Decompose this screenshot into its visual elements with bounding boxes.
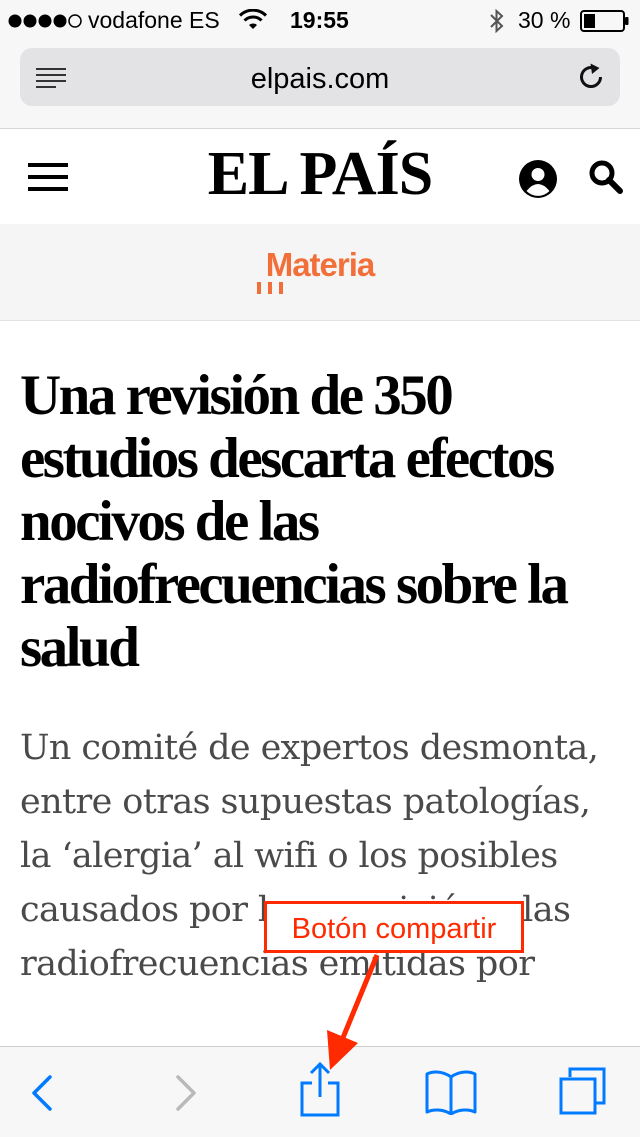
battery-icon — [580, 10, 629, 32]
user-account-icon[interactable] — [518, 159, 558, 199]
signal-strength-icon — [8, 14, 82, 28]
status-bar: vodafone ES 19:55 30 % — [0, 0, 640, 40]
bookmarks-icon[interactable] — [424, 1069, 478, 1115]
section-name: Materia — [265, 246, 376, 283]
clock: 19:55 — [290, 7, 349, 33]
annotation-callout: Botón compartir — [264, 901, 524, 953]
url-text: elpais.com — [250, 63, 390, 95]
bluetooth-icon — [490, 8, 504, 34]
browser-address-bar: elpais.com — [0, 40, 640, 129]
carrier-name: vodafone ES — [88, 7, 220, 33]
back-icon[interactable] — [30, 1073, 56, 1113]
site-logo[interactable]: EL PAÍS — [120, 139, 520, 210]
search-icon[interactable] — [588, 159, 624, 195]
reload-icon[interactable] — [576, 62, 606, 92]
browser-toolbar — [0, 1046, 640, 1137]
article-headline: Una revisión de 350 estudios descarta ef… — [20, 364, 569, 679]
forward-icon[interactable] — [172, 1073, 198, 1113]
site-header: EL PAÍS — [0, 129, 640, 224]
menu-icon[interactable] — [28, 163, 68, 191]
wifi-icon — [238, 9, 268, 29]
share-icon[interactable] — [298, 1061, 342, 1117]
annotation-label: Botón compartir — [291, 913, 497, 945]
tabs-icon[interactable] — [558, 1067, 610, 1119]
battery-percentage: 30 % — [518, 7, 571, 33]
url-field[interactable]: elpais.com — [20, 48, 620, 106]
section-banner[interactable]: Materia — [0, 224, 640, 321]
section-logo-mark-icon — [257, 282, 283, 294]
